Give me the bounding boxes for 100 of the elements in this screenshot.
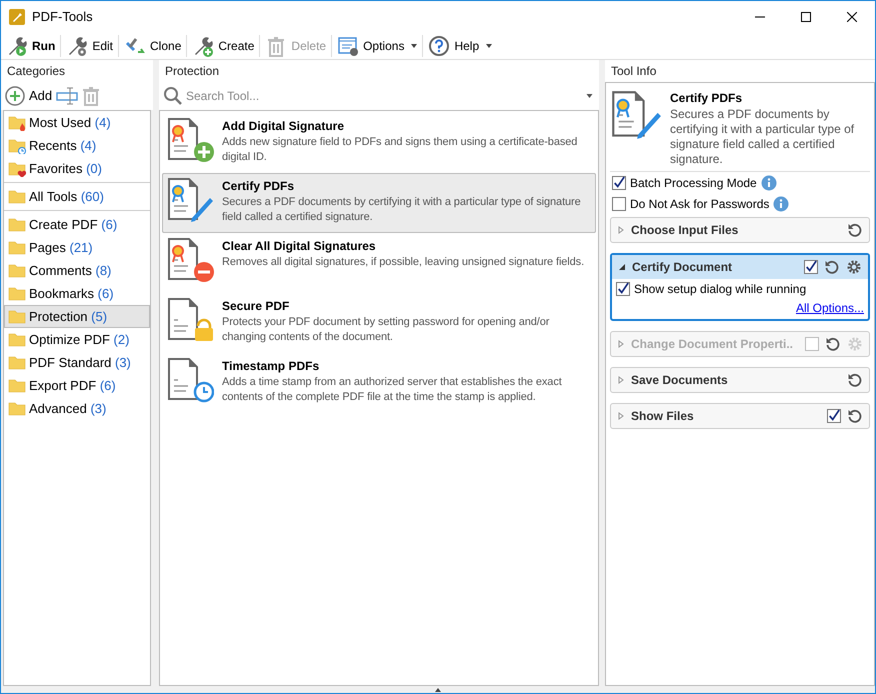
action-title: Save Documents — [631, 372, 729, 389]
category-item[interactable]: Optimize PDF (2) — [4, 328, 150, 351]
document-icon — [166, 236, 214, 284]
add-icon — [5, 86, 25, 106]
toolbar-button[interactable]: Edit — [63, 32, 116, 58]
tool-item[interactable]: Secure PDF Protects your PDF document by setting password for opening and/or changing contents of the document. — [162, 293, 596, 353]
category-item[interactable]: Most Used (4) — [4, 111, 150, 134]
options-icon — [337, 34, 360, 56]
tool-name: Certify PDFs — [670, 90, 744, 107]
category-label: Comments (8) — [29, 262, 112, 280]
category-item[interactable]: Recents (4) — [4, 134, 150, 157]
toolbar-button[interactable]: Options — [334, 32, 420, 58]
tool-item[interactable]: Clear All Digital Signatures Removes all digital signatures, if possible, leaving unsigned signature fields. — [162, 233, 596, 293]
action-title: Change Document Properti.. — [631, 336, 794, 353]
search-icon — [163, 86, 183, 106]
folder-icon — [8, 216, 26, 232]
category-item[interactable]: Pages (21) — [4, 236, 150, 259]
category-label: Create PDF (6) — [29, 216, 118, 234]
folder-icon — [8, 378, 26, 394]
folder-icon — [8, 308, 26, 324]
toolbar-button[interactable]: Create — [189, 32, 258, 58]
expand-icon[interactable] — [617, 376, 625, 384]
expand-icon[interactable] — [617, 226, 625, 234]
document-icon — [166, 356, 214, 404]
action-title: Show Files — [631, 408, 695, 425]
action-title: Certify Document — [632, 259, 734, 276]
category-label: All Tools (60) — [29, 188, 104, 206]
category-label: Bookmarks (6) — [29, 284, 114, 303]
document-icon — [166, 296, 214, 344]
splitter-handle-icon[interactable] — [435, 688, 441, 692]
window-title: PDF-Tools — [32, 8, 93, 26]
category-label: Most Used (4) — [29, 114, 111, 132]
toolbar-button[interactable]: Clone — [121, 32, 184, 58]
toolbar-button[interactable]: Run — [3, 32, 58, 58]
tool-description: Secures a PDF documents by certifying it with a particular type of signature field called a certified signature. — [670, 107, 856, 167]
folder-icon — [8, 262, 26, 278]
caret-icon — [486, 44, 492, 48]
option-label: Do Not Ask for Passwords — [630, 196, 770, 212]
document-icon — [166, 176, 214, 224]
category-item[interactable]: Bookmarks (6) — [4, 282, 150, 305]
caret-icon[interactable] — [586, 94, 593, 98]
info-icon[interactable] — [760, 174, 777, 190]
tool-name: Secure PDF — [222, 298, 290, 315]
rename-icon[interactable] — [56, 87, 78, 105]
tool-description: Protects your PDF document by setting password for opening and/or changing contents of the document. — [222, 315, 550, 345]
category-item[interactable]: Comments (8) — [4, 259, 150, 282]
category-label: Protection (5) — [29, 308, 108, 326]
info-icon[interactable] — [773, 196, 790, 212]
tool-item[interactable]: Certify PDFs Secures a PDF documents by certifying it with a particular type of signature field called a certified signature. — [162, 173, 596, 233]
tool-description: Adds a time stamp from an authorized server that establishes the exact contents of the complete PDF file at the time the stamp is applied. — [222, 375, 563, 405]
toolbar-button[interactable]: Help — [425, 32, 496, 58]
category-item[interactable]: Protection (5) — [4, 305, 150, 328]
reset-icon[interactable] — [847, 372, 863, 388]
checkbox[interactable] — [827, 409, 841, 423]
category-label: Advanced (3) — [29, 400, 106, 418]
category-label: Favorites (0) — [29, 160, 102, 178]
tool-name: Add Digital Signature — [222, 118, 346, 135]
tool-item[interactable]: Add Digital Signature Adds new signature field to PDFs and signs them using a certificate-based digital ID. — [162, 113, 596, 173]
search-bar[interactable]: Search Tool... — [159, 82, 599, 110]
panel-title: Tool Info — [605, 60, 875, 82]
settings-icon[interactable] — [846, 259, 862, 275]
category-item[interactable]: PDF Standard (3) — [4, 351, 150, 374]
panel-title: Categories — [1, 60, 153, 82]
all-options-link[interactable]: All Options... — [796, 299, 864, 317]
document-icon — [166, 116, 214, 164]
folder-icon — [8, 332, 26, 348]
category-item[interactable]: Create PDF (6) — [4, 213, 150, 236]
collapse-icon[interactable] — [618, 263, 626, 271]
tool-name: Clear All Digital Signatures — [222, 238, 377, 255]
checkbox[interactable] — [612, 176, 626, 190]
tool-description: Removes all digital signatures, if possible, leaving unsigned signature fields. — [222, 255, 584, 270]
panel-title: Protection — [159, 60, 599, 82]
category-label: PDF Standard (3) — [29, 354, 131, 372]
checkbox[interactable] — [616, 282, 630, 296]
category-label: Optimize PDF (2) — [29, 330, 130, 349]
category-item[interactable]: All Tools (60) — [4, 185, 150, 208]
reset-icon[interactable] — [847, 222, 863, 238]
tool-description: Secures a PDF documents by certifying it with a particular type of signature field called a certified signature. — [222, 195, 582, 225]
category-item[interactable]: Advanced (3) — [4, 397, 150, 420]
checkbox[interactable] — [612, 196, 626, 210]
expand-icon[interactable] — [617, 412, 625, 420]
folder-icon — [8, 114, 26, 130]
option-label: Show setup dialog while running — [634, 281, 806, 298]
action-title: Choose Input Files — [631, 222, 740, 239]
tool-item[interactable]: Timestamp PDFs Adds a time stamp from an authorized server that establishes the exact contents of the complete PDF file at the time the stamp is applied. — [162, 353, 596, 413]
category-label: Pages (21) — [29, 238, 93, 257]
category-item[interactable]: Favorites (0) — [4, 157, 150, 180]
folder-icon — [8, 240, 26, 256]
reset-icon[interactable] — [847, 408, 863, 424]
checkbox[interactable] — [804, 260, 818, 274]
caret-icon — [411, 44, 418, 48]
option-label: Batch Processing Mode — [630, 174, 757, 192]
folder-icon — [8, 354, 26, 370]
category-item[interactable]: Export PDF (6) — [4, 374, 150, 397]
category-label: Export PDF (6) — [29, 376, 116, 395]
category-label: Recents (4) — [29, 136, 96, 155]
tool-description: Adds new signature field to PDFs and signs them using a certificate-based digital ID. — [222, 135, 578, 165]
close-icon — [847, 12, 857, 22]
reset-icon[interactable] — [824, 259, 840, 275]
help-icon — [428, 34, 450, 56]
